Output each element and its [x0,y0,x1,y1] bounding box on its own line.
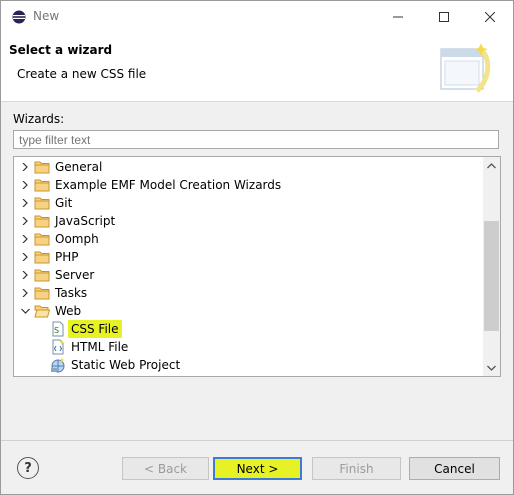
tree-scrollbar[interactable] [483,157,500,376]
chevron-right-icon[interactable] [20,230,30,248]
tree-item-label: Server [55,268,95,282]
close-button[interactable] [467,1,513,33]
back-button[interactable]: < Back [122,457,209,480]
folder-icon [34,197,50,210]
folder-icon [34,251,50,264]
page-description: Create a new CSS file [17,67,147,81]
finish-button[interactable]: Finish [312,457,401,480]
tree-item-label: General [55,160,103,174]
tree-item-label: Web [55,304,82,318]
tree-item-label: HTML File [71,340,129,354]
folder-icon [34,161,50,174]
folder-icon [34,233,50,246]
scroll-up-button[interactable] [483,157,500,174]
open-folder-icon [34,305,50,318]
maximize-button[interactable] [421,1,467,33]
chevron-down-icon [487,365,496,371]
help-button[interactable]: ? [17,457,39,479]
chevron-right-icon[interactable] [20,284,30,302]
folder-icon [34,287,50,300]
chevron-right-icon[interactable] [20,176,30,194]
close-icon [485,12,495,22]
tree-item-label: CSS File [68,320,122,338]
tree-item-label: PHP [55,250,79,264]
wizards-label: Wizards: [13,112,65,126]
chevron-right-icon[interactable] [20,194,30,212]
cancel-button[interactable]: Cancel [409,457,500,480]
window-title: New [33,9,60,23]
eclipse-icon [12,10,26,24]
tree-item-html-file[interactable]: HTML File [14,338,314,356]
tree-item-label: Tasks [55,286,88,300]
filter-input[interactable] [13,130,499,149]
chevron-right-icon[interactable] [20,212,30,230]
new-wizard-banner-icon [440,43,491,93]
chevron-up-icon [487,162,496,168]
tree-item-label: Git [55,196,73,210]
web-project-icon [51,357,65,373]
scroll-thumb[interactable] [484,221,499,331]
tree-item-label: Static Web Project [71,358,181,372]
page-title: Select a wizard [9,43,113,57]
next-button[interactable]: Next > [213,457,302,480]
maximize-icon [439,12,449,22]
folder-icon [34,179,50,192]
tree-item-label: JavaScript [55,214,116,228]
chevron-right-icon[interactable] [20,158,30,176]
html-file-icon [52,339,65,355]
tree-item-css-file[interactable]: S CSS File [14,320,314,338]
chevron-right-icon[interactable] [20,248,30,266]
tree-item-label: Example EMF Model Creation Wizards [55,178,282,192]
chevron-right-icon[interactable] [20,266,30,284]
wizard-header: Select a wizard Create a new CSS file [1,33,513,102]
title-bar: New [1,1,513,33]
tree-item-label: Oomph [55,232,99,246]
minimize-button[interactable] [375,1,421,33]
wizard-tree: General Example EMF Model Creation Wizar… [13,156,501,377]
svg-text:S: S [54,326,59,335]
css-file-icon: S [52,321,64,337]
folder-icon [34,269,50,282]
chevron-down-icon[interactable] [20,302,30,320]
scroll-down-button[interactable] [483,359,500,376]
folder-icon [34,215,50,228]
tree-item-static-web-project[interactable]: Static Web Project [14,356,314,374]
footer-divider [1,440,513,441]
minimize-icon [393,16,403,18]
new-wizard-dialog: New Select a wizard Create a new CSS fil… [0,0,514,495]
